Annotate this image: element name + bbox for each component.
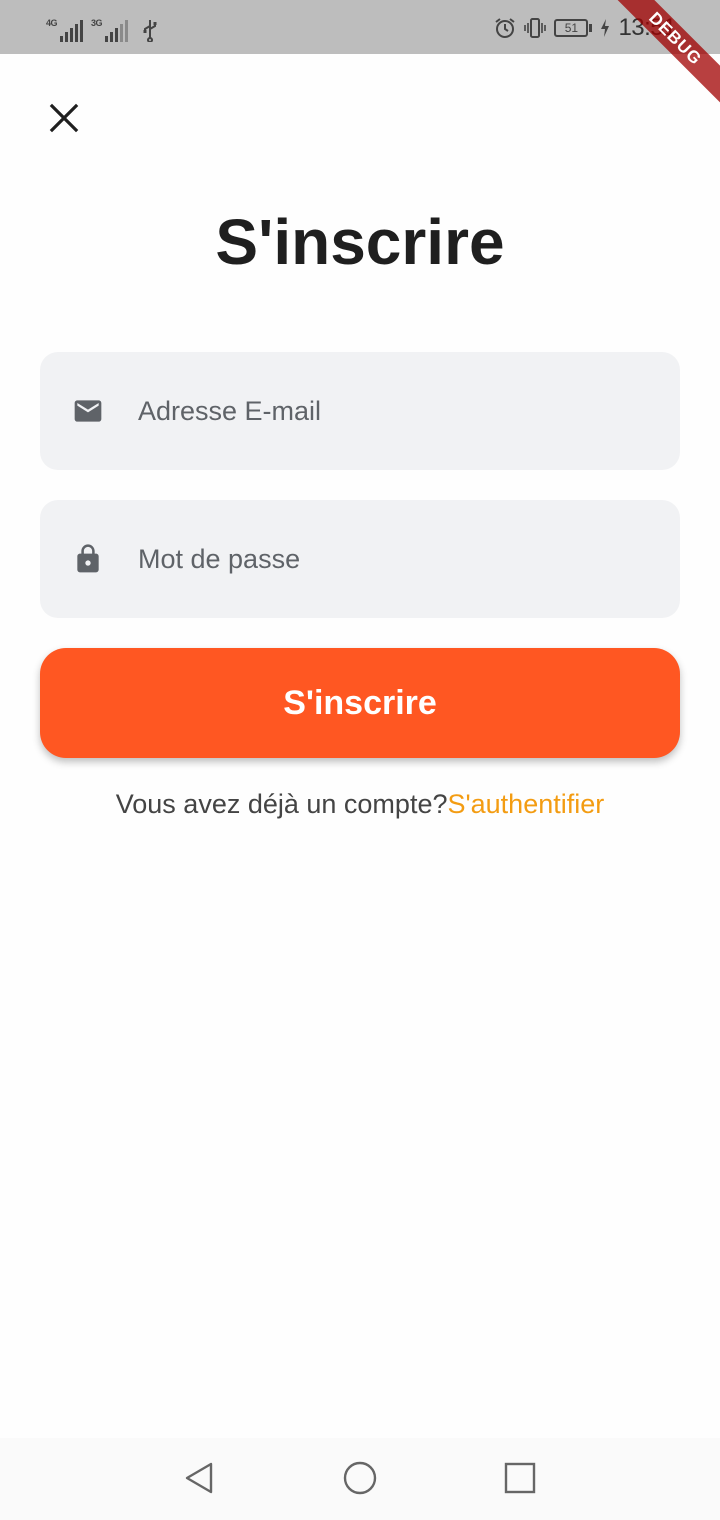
battery-icon: 51 <box>554 19 593 37</box>
status-right: 51 13:51 <box>494 14 676 41</box>
status-time: 13:51 <box>618 14 676 41</box>
status-bar: 4G 3G 51 13:51 <box>0 0 720 54</box>
signal-3g-icon: 3G <box>91 16 128 42</box>
usb-icon <box>143 20 157 42</box>
status-left: 4G 3G <box>46 12 158 42</box>
login-prompt-text: Vous avez déjà un compte? <box>115 789 448 819</box>
close-button[interactable] <box>36 90 92 146</box>
network-type-3g: 3G <box>91 18 103 28</box>
recents-icon[interactable] <box>498 1456 542 1500</box>
home-icon[interactable] <box>338 1456 382 1500</box>
battery-level: 51 <box>554 19 589 37</box>
alarm-icon <box>495 18 516 38</box>
login-link[interactable]: S'authentifier <box>447 789 604 819</box>
email-field[interactable] <box>40 352 680 470</box>
password-field[interactable] <box>40 500 680 618</box>
signup-button[interactable]: S'inscrire <box>40 648 680 758</box>
lock-icon <box>77 544 99 573</box>
login-prompt: Vous avez déjà un compte?S'authentifier <box>0 784 720 824</box>
signal-4g-icon: 4G <box>46 16 83 42</box>
vibrate-icon <box>524 18 547 38</box>
email-input[interactable] <box>136 352 656 470</box>
email-icon <box>74 400 102 422</box>
network-type-4g: 4G <box>46 18 58 28</box>
page-title: S'inscrire <box>215 206 505 278</box>
navigation-bar <box>0 1438 720 1520</box>
close-icon <box>49 103 79 133</box>
charging-icon <box>601 19 610 37</box>
password-input[interactable] <box>136 500 656 618</box>
back-icon[interactable] <box>178 1456 222 1500</box>
